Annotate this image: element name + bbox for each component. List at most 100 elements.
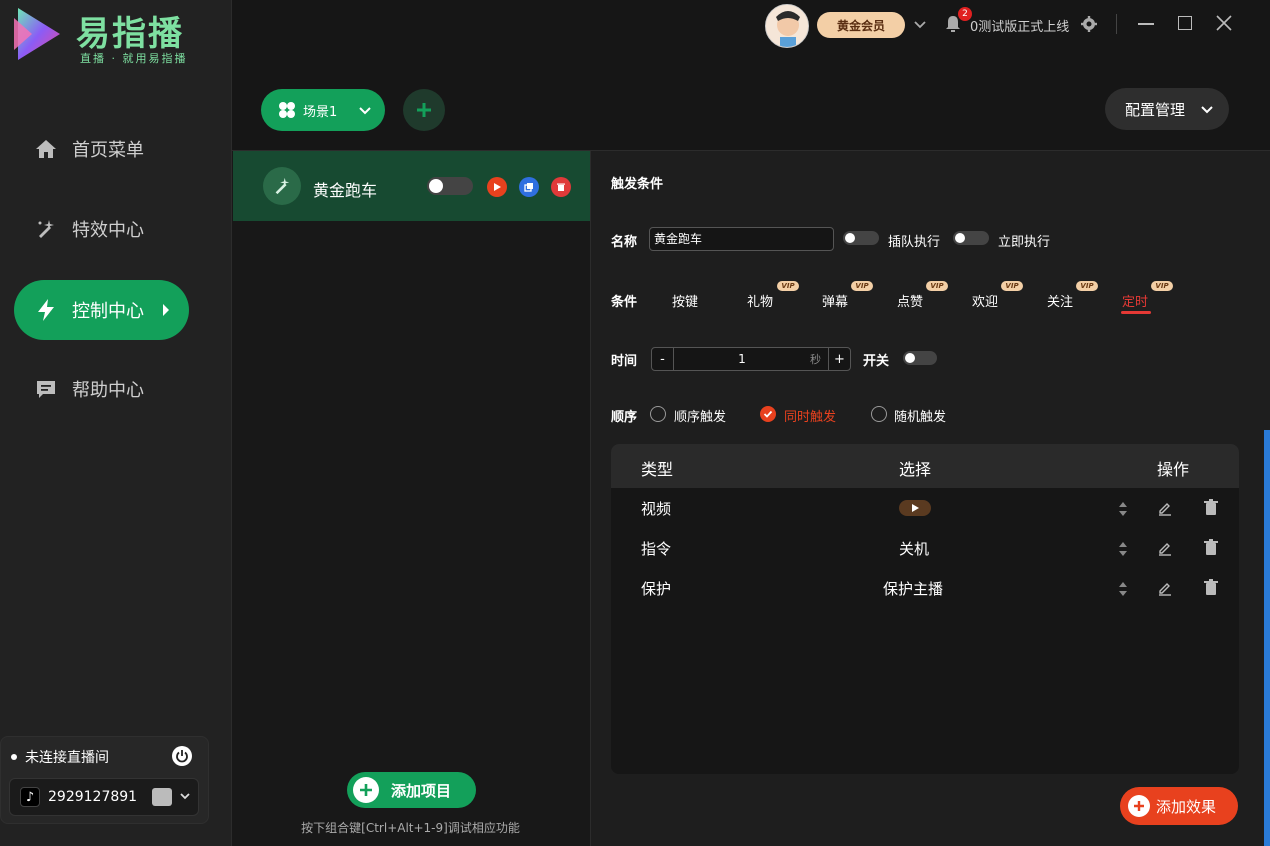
- table-row[interactable]: 指令 关机: [611, 528, 1239, 568]
- radio-random[interactable]: [871, 406, 887, 422]
- sidebar-item-label: 控制中心: [72, 301, 144, 322]
- sort-icon[interactable]: [1117, 540, 1129, 558]
- member-badge[interactable]: 黄金会员: [817, 12, 905, 38]
- account-selector[interactable]: ♪ 2929127891: [9, 778, 199, 816]
- logo-icon: [14, 8, 60, 60]
- delete-button[interactable]: [551, 177, 571, 197]
- chevron-down-icon: [359, 107, 371, 115]
- minimize-icon[interactable]: [1138, 23, 1154, 25]
- project-toggle[interactable]: [427, 177, 473, 195]
- radio-sequential[interactable]: [650, 406, 666, 422]
- project-name: 黄金跑车: [313, 181, 378, 200]
- edit-icon[interactable]: [1157, 540, 1173, 556]
- active-tab-indicator: [1121, 311, 1151, 314]
- trash-icon[interactable]: [1203, 579, 1219, 596]
- column-header: 操作: [1157, 460, 1190, 479]
- maximize-icon[interactable]: [1178, 16, 1192, 30]
- settings-icon[interactable]: [1080, 15, 1098, 33]
- vip-tag: VIP: [777, 281, 799, 291]
- config-management-button[interactable]: 配置管理: [1105, 88, 1229, 130]
- sidebar-item-home[interactable]: 首页菜单: [14, 119, 189, 179]
- table-row[interactable]: 保护 保护主播: [611, 568, 1239, 608]
- list-item[interactable]: 黄金跑车: [233, 151, 590, 221]
- edit-icon[interactable]: [1157, 580, 1173, 596]
- add-scene-button[interactable]: [403, 89, 445, 131]
- tab-timer[interactable]: 定时: [1122, 291, 1148, 310]
- card-icon[interactable]: [152, 788, 172, 806]
- trigger-panel: 触发条件 名称 黄金跑车 插队执行 立即执行 条件 按键 礼物 VIP 弹幕 V…: [591, 150, 1270, 846]
- magic-icon: [263, 167, 301, 205]
- plus-icon: [1128, 795, 1150, 817]
- sidebar-item-label: 帮助中心: [72, 380, 144, 401]
- config-label: 配置管理: [1125, 100, 1186, 119]
- scene-label: 场景1: [303, 104, 338, 120]
- scrollbar[interactable]: [1264, 430, 1270, 846]
- divider: [1116, 14, 1117, 34]
- close-icon[interactable]: [1215, 14, 1233, 32]
- timer-toggle[interactable]: [903, 351, 937, 365]
- play-icon: [494, 183, 501, 191]
- add-effect-button[interactable]: 添加效果: [1120, 787, 1238, 825]
- connection-status-text: 未连接直播间: [25, 750, 109, 766]
- tiktok-icon: ♪: [20, 787, 40, 807]
- row-type: 视频: [641, 500, 672, 518]
- clover-icon: [279, 102, 295, 118]
- copy-icon: [524, 183, 533, 192]
- play-icon: [912, 504, 919, 512]
- sort-icon[interactable]: [1117, 580, 1129, 598]
- name-input[interactable]: 黄金跑车: [649, 227, 834, 251]
- project-list: 黄金跑车 添加项目 按下组合键[Ctrl+Alt+1-9]调试相应功能: [232, 150, 591, 846]
- sidebar-item-effects[interactable]: 特效中心: [14, 199, 189, 259]
- time-stepper[interactable]: - 1 秒 +: [651, 347, 851, 371]
- avatar[interactable]: [765, 4, 809, 48]
- immediate-toggle[interactable]: [953, 231, 989, 245]
- app-title: 易指播: [76, 14, 184, 54]
- decrement-button[interactable]: -: [652, 348, 674, 370]
- time-value[interactable]: 1: [674, 352, 810, 366]
- tab-welcome[interactable]: 欢迎: [972, 291, 998, 310]
- row-type: 指令: [641, 540, 672, 558]
- caret-right-icon: [163, 304, 169, 316]
- power-button[interactable]: [172, 746, 192, 766]
- edit-icon[interactable]: [1157, 500, 1173, 516]
- add-project-button[interactable]: 添加项目: [347, 772, 476, 808]
- queue-toggle[interactable]: [843, 231, 879, 245]
- copy-button[interactable]: [519, 177, 539, 197]
- trash-icon[interactable]: [1203, 499, 1219, 516]
- tab-follow[interactable]: 关注: [1047, 291, 1073, 310]
- tab-gift[interactable]: 礼物: [747, 291, 773, 310]
- announcement-text: 0测试版正式上线: [970, 20, 1070, 34]
- scene-selector[interactable]: 场景1: [261, 89, 385, 131]
- chevron-down-icon: [1201, 106, 1213, 114]
- app-tagline: 直播 · 就用易指播: [80, 52, 188, 65]
- video-thumbnail[interactable]: [899, 500, 931, 516]
- add-effect-label: 添加效果: [1156, 797, 1217, 816]
- power-icon: [176, 750, 188, 763]
- increment-button[interactable]: +: [828, 348, 850, 370]
- tab-key[interactable]: 按键: [672, 291, 698, 310]
- chevron-down-icon[interactable]: [178, 789, 192, 803]
- sort-icon[interactable]: [1117, 500, 1129, 518]
- chevron-down-icon[interactable]: [912, 16, 928, 32]
- row-type: 保护: [641, 580, 672, 598]
- sidebar: 易指播 直播 · 就用易指播 首页菜单 特效中心 控制中心 帮助中心 未连接直播…: [0, 0, 232, 846]
- play-button[interactable]: [487, 177, 507, 197]
- trash-icon: [557, 183, 565, 191]
- sidebar-item-control[interactable]: 控制中心: [14, 280, 189, 340]
- add-project-label: 添加项目: [391, 781, 452, 800]
- radio-simultaneous[interactable]: [760, 406, 776, 422]
- switch-label: 开关: [863, 354, 890, 369]
- magic-icon: [34, 217, 58, 241]
- shortcut-hint: 按下组合键[Ctrl+Alt+1-9]调试相应功能: [301, 821, 520, 835]
- connection-status: 未连接直播间: [11, 747, 109, 767]
- trash-icon[interactable]: [1203, 539, 1219, 556]
- radio-label[interactable]: 同时触发: [784, 406, 836, 425]
- sidebar-item-help[interactable]: 帮助中心: [14, 359, 189, 419]
- tab-danmaku[interactable]: 弹幕: [822, 291, 848, 310]
- chat-icon: [34, 377, 58, 401]
- table-row[interactable]: 视频: [611, 488, 1239, 528]
- radio-label[interactable]: 随机触发: [894, 406, 946, 425]
- tab-like[interactable]: 点赞: [897, 291, 923, 310]
- time-unit: 秒: [810, 353, 821, 366]
- radio-label[interactable]: 顺序触发: [674, 406, 726, 425]
